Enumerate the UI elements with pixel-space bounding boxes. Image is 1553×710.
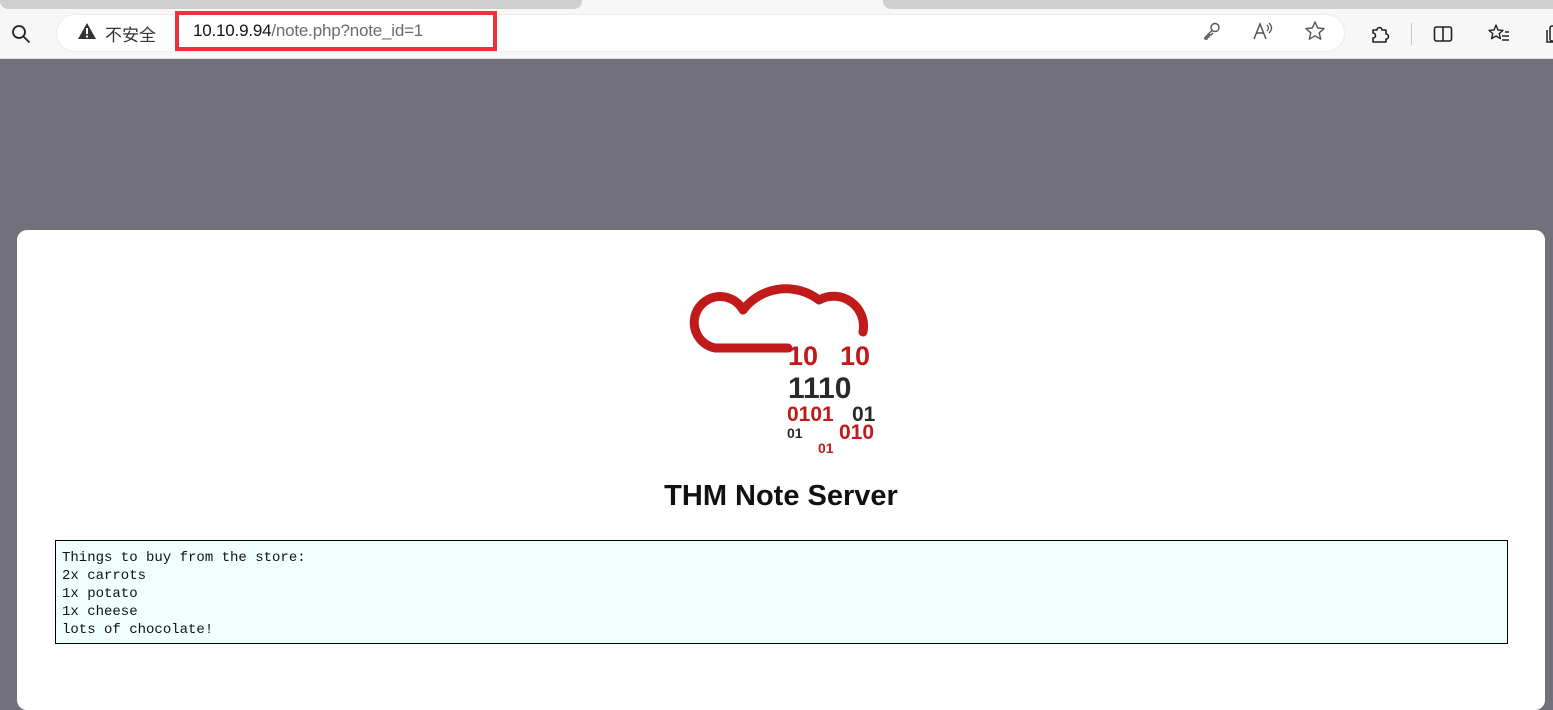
logo-binary-text: 0101 — [787, 403, 834, 426]
note-line: 1x potato — [62, 586, 138, 602]
url-highlight-box[interactable]: 10.10.9.94/note.php?note_id=1 — [175, 11, 497, 51]
note-line: lots of chocolate! — [62, 622, 214, 638]
toolbar-divider — [1411, 23, 1412, 45]
security-label: 不安全 — [105, 25, 156, 45]
security-indicator[interactable]: 不安全 — [77, 22, 156, 45]
logo-binary-text: 1110 — [788, 372, 851, 405]
note-line: 2x carrots — [62, 568, 147, 584]
page-card: 10 10 1110 0101 01 01 01 010 THM Note Se… — [17, 230, 1545, 710]
logo-binary-text: 010 — [839, 421, 874, 444]
url-path: /note.php?note_id=1 — [271, 21, 424, 40]
warning-icon — [77, 22, 97, 45]
thm-cloud-logo: 10 10 1110 0101 01 01 01 010 — [689, 284, 876, 456]
note-content: Things to buy from the store: 2x carrots… — [55, 540, 1508, 644]
favorites-icon[interactable] — [1486, 21, 1512, 47]
background-tab[interactable] — [0, 0, 582, 9]
logo-binary-text: 10 — [840, 341, 870, 371]
favorite-star-icon[interactable] — [1304, 20, 1326, 47]
logo-binary-text: 01 — [787, 425, 803, 441]
logo-binary-text: 10 — [788, 341, 818, 371]
key-icon[interactable] — [1202, 21, 1222, 46]
extensions-icon[interactable] — [1367, 21, 1393, 47]
note-line: Things to buy from the store: — [62, 550, 306, 566]
url-host: 10.10.9.94 — [193, 21, 272, 40]
address-bar[interactable]: 不安全 10.10.9.94/note.php?note_id=1 — [57, 11, 1344, 51]
search-icon[interactable] — [8, 21, 34, 47]
split-screen-icon[interactable] — [1430, 21, 1456, 47]
collections-icon[interactable] — [1542, 21, 1553, 47]
logo-binary-text: 01 — [818, 440, 834, 456]
read-aloud-icon[interactable] — [1252, 21, 1274, 46]
background-tab[interactable] — [883, 0, 1553, 9]
browser-chrome: 不安全 10.10.9.94/note.php?note_id=1 — [0, 0, 1553, 59]
page-title: THM Note Server — [664, 480, 898, 512]
note-line: 1x cheese — [62, 604, 138, 620]
